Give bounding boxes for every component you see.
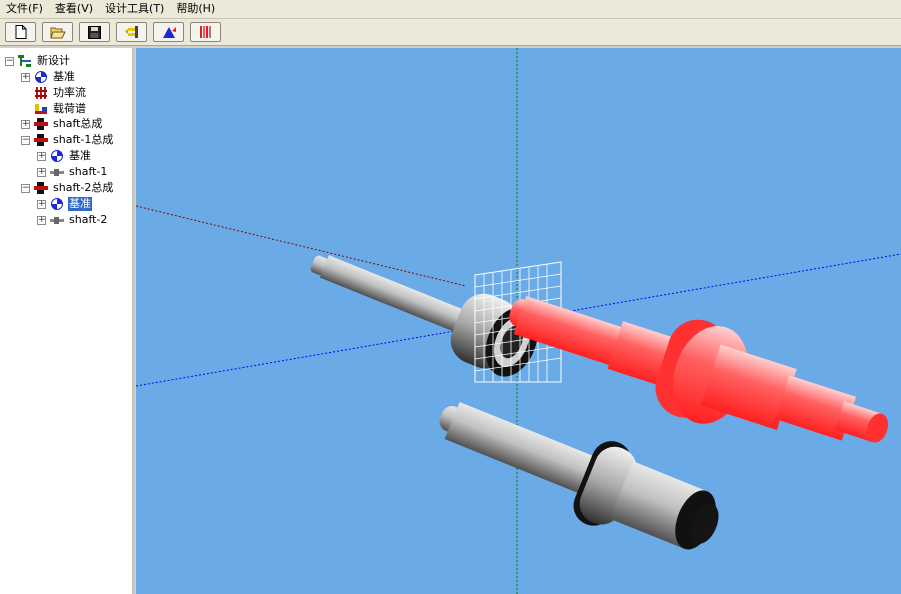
toolbar <box>0 19 901 46</box>
datum-icon <box>49 149 65 163</box>
tree-node-power-flow[interactable]: 功率流 <box>21 85 87 101</box>
load-spectrum-icon <box>33 102 49 116</box>
expand-toggle[interactable]: + <box>37 215 46 225</box>
tree-node-label: shaft-1总成 <box>53 133 114 146</box>
tree-node-root[interactable]: − 新设计 <box>5 53 71 69</box>
design-tree: − 新设计 + 基准 功率流 载荷谱 + shaft总成 − shaft-1总成… <box>0 48 134 594</box>
tree-node-shaft1-assembly[interactable]: − shaft-1总成 <box>21 132 114 148</box>
tree-node-datum[interactable]: + 基准 <box>21 69 76 85</box>
menu-file[interactable]: 文件(F) <box>0 0 49 18</box>
tree-node-shaft1-datum[interactable]: + 基准 <box>37 148 92 164</box>
tree-node-label: shaft-1 <box>69 165 108 178</box>
open-folder-icon <box>49 27 66 38</box>
expand-toggle[interactable]: + <box>21 119 30 129</box>
tree-node-label: shaft-2总成 <box>53 181 114 194</box>
tree-node-label: 新设计 <box>37 54 70 67</box>
datum-button[interactable] <box>153 22 184 42</box>
tree-node-shaft2[interactable]: + shaft-2 <box>37 212 108 228</box>
collapse-toggle[interactable]: − <box>21 183 30 193</box>
shaft-icon <box>49 213 65 227</box>
power-flow-icon <box>33 86 49 100</box>
tree-node-load-spectrum[interactable]: 载荷谱 <box>21 101 87 117</box>
tree-node-label: 功率流 <box>53 86 86 99</box>
menu-help[interactable]: 帮助(H) <box>170 0 221 18</box>
expand-toggle[interactable]: + <box>37 167 46 177</box>
tree-node-label: 载荷谱 <box>53 102 86 115</box>
load-spectrum-button[interactable] <box>190 22 221 42</box>
expand-toggle[interactable]: + <box>21 72 30 82</box>
3d-viewport[interactable] <box>136 48 901 594</box>
menu-bar: 文件(F) 查看(V) 设计工具(T) 帮助(H) <box>0 0 901 19</box>
tree-node-shaft-assembly[interactable]: + shaft总成 <box>21 116 103 132</box>
design-tree-icon <box>17 54 33 68</box>
z-axis-line <box>136 205 467 287</box>
collapse-toggle[interactable]: − <box>5 56 14 66</box>
open-button[interactable] <box>42 22 73 42</box>
power-flow-icon <box>124 26 138 38</box>
tree-node-label: 基准 <box>69 149 91 162</box>
tree-node-shaft2-assembly[interactable]: − shaft-2总成 <box>21 180 114 196</box>
tree-node-label: shaft-2 <box>69 213 108 226</box>
shaft-icon <box>49 165 65 179</box>
datum-icon <box>162 27 176 38</box>
menu-design-tools[interactable]: 设计工具(T) <box>99 0 170 18</box>
tree-node-label-selected: 基准 <box>67 196 93 212</box>
collapse-toggle[interactable]: − <box>21 135 30 145</box>
tree-node-shaft1[interactable]: + shaft-1 <box>37 164 108 180</box>
datum-icon <box>49 197 65 211</box>
tree-node-label: 基准 <box>53 70 75 83</box>
menu-view[interactable]: 查看(V) <box>49 0 99 18</box>
shaft-1-model <box>310 255 538 377</box>
power-flow-button[interactable] <box>116 22 147 42</box>
expand-toggle[interactable]: + <box>37 199 46 209</box>
new-button[interactable] <box>5 22 36 42</box>
scene-canvas <box>136 48 901 594</box>
load-spectrum-icon <box>199 26 211 38</box>
assembly-icon <box>33 133 49 147</box>
datum-icon <box>33 70 49 84</box>
assembly-icon <box>33 181 49 195</box>
expand-toggle[interactable]: + <box>37 151 46 161</box>
blank-document-icon <box>15 25 26 39</box>
floppy-disk-icon <box>88 25 101 39</box>
save-button[interactable] <box>79 22 110 42</box>
tree-node-label: shaft总成 <box>53 117 103 130</box>
assembly-icon <box>33 117 49 131</box>
tree-node-shaft2-datum[interactable]: + 基准 <box>37 196 93 212</box>
